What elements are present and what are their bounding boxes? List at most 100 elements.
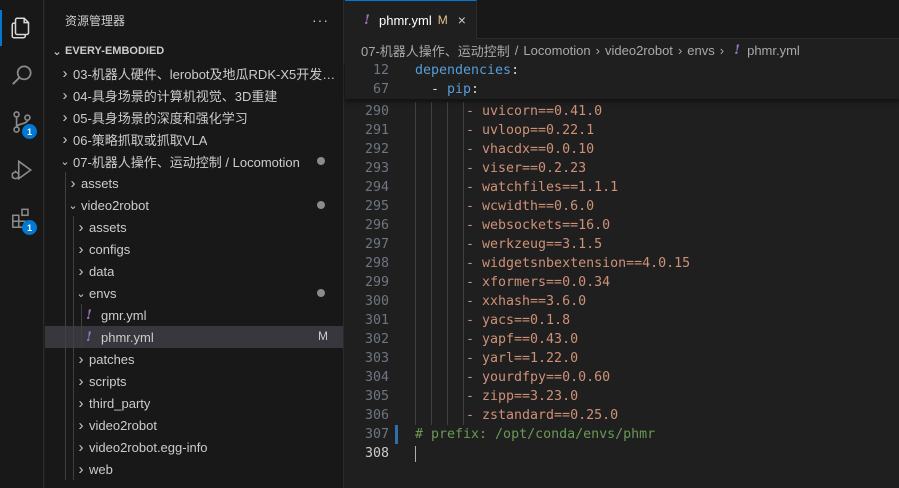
indent-guide: [447, 311, 448, 330]
tree-item[interactable]: ⌄ envs: [45, 282, 343, 304]
code-line[interactable]: 290 - uvicorn==0.41.0: [345, 102, 899, 121]
indent-guide: [447, 349, 448, 368]
code-line[interactable]: 299 - xformers==0.0.34: [345, 273, 899, 292]
tree-item[interactable]: › video2robot: [45, 414, 343, 436]
indent-guide: [463, 254, 464, 273]
code-line[interactable]: 291 - uvloop==0.22.1: [345, 121, 899, 140]
line-number: 307: [364, 427, 389, 442]
indent-guide: [447, 159, 448, 178]
indent-guide: [431, 330, 432, 349]
breadcrumb-item[interactable]: 07-机器人操作、运动控制: [361, 41, 510, 60]
indent-guide: [447, 330, 448, 349]
sticky-scroll-line[interactable]: 67 - pip:: [345, 80, 899, 99]
yaml-list-value: - viser==0.2.23: [466, 161, 587, 176]
indent-guide: [73, 282, 74, 304]
tree-item-label: video2robot: [81, 197, 149, 213]
indent-guide: [431, 273, 432, 292]
tree-item[interactable]: › 05-具身场景的深度和强化学习: [45, 106, 343, 128]
breadcrumb-item[interactable]: video2robot: [605, 43, 673, 58]
tree-item[interactable]: › assets: [45, 216, 343, 238]
line-number: 299: [364, 275, 389, 290]
tree-item[interactable]: › 06-策略抓取或抓取VLA: [45, 128, 343, 150]
indent-guide: [73, 370, 74, 392]
tree-item[interactable]: ! phmr.yml M: [45, 326, 343, 348]
tree-item[interactable]: ⌄ 07-机器人操作、运动控制 / Locomotion: [45, 150, 343, 172]
tree-item-label: 07-机器人操作、运动控制 / Locomotion: [73, 154, 300, 170]
breadcrumb-item[interactable]: envs: [687, 43, 714, 58]
indent-guide: [73, 414, 74, 436]
explorer-sidebar: 资源管理器 ··· ⌄ EVERY-EMBODIED › 03-机器人硬件、ler…: [45, 0, 344, 488]
code-line[interactable]: 293 - viser==0.2.23: [345, 159, 899, 178]
tree-item[interactable]: › third_party: [45, 392, 343, 414]
indent-guide: [65, 304, 66, 326]
explorer-header: 资源管理器 ···: [45, 0, 343, 40]
breadcrumb-item[interactable]: phmr.yml: [747, 43, 800, 58]
tree-item[interactable]: › assets: [45, 172, 343, 194]
tree-item-label: assets: [89, 219, 127, 235]
indent-guide: [447, 178, 448, 197]
code-line[interactable]: 302 - yapf==0.43.0: [345, 330, 899, 349]
search-button[interactable]: [0, 53, 44, 97]
run-debug-button[interactable]: [0, 148, 44, 192]
indent-guide: [431, 178, 432, 197]
indent-guide: [463, 387, 464, 406]
code-line[interactable]: 295 - wcwidth==0.6.0: [345, 197, 899, 216]
code-line-current[interactable]: 308: [345, 444, 899, 463]
chevron-right-icon: ›: [595, 42, 600, 58]
indent-guide: [463, 197, 464, 216]
indent-guide: [415, 273, 416, 292]
code-line[interactable]: 292 - vhacdx==0.0.10: [345, 140, 899, 159]
workspace-section-header[interactable]: ⌄ EVERY-EMBODIED: [45, 40, 343, 62]
indent-guide: [463, 121, 464, 140]
indent-guide: [447, 368, 448, 387]
indent-guide: [65, 348, 66, 370]
tab-phmr-yml[interactable]: ! phmr.yml M ×: [345, 0, 477, 39]
sticky-scroll-line[interactable]: 12 dependencies:: [345, 61, 899, 80]
tree-item[interactable]: › web: [45, 458, 343, 480]
code-line[interactable]: 296 - websockets==16.0: [345, 216, 899, 235]
indent-guide: [73, 348, 74, 370]
code-line[interactable]: 297 - werkzeug==3.1.5: [345, 235, 899, 254]
indent-guide: [463, 216, 464, 235]
indent-guide: [431, 311, 432, 330]
tree-item[interactable]: › video2robot.egg-info: [45, 436, 343, 458]
more-actions-icon[interactable]: ···: [312, 12, 329, 28]
close-icon[interactable]: ×: [458, 12, 466, 28]
indent-guide: [415, 349, 416, 368]
indent-guide: [431, 216, 432, 235]
tree-item[interactable]: › configs: [45, 238, 343, 260]
code-line[interactable]: 305 - zipp==3.23.0: [345, 387, 899, 406]
code-line[interactable]: 303 - yarl==1.22.0: [345, 349, 899, 368]
breadcrumb-item[interactable]: Locomotion: [523, 43, 590, 58]
indent-guide: [463, 292, 464, 311]
yaml-list-value: - yarl==1.22.0: [466, 351, 579, 366]
code-line[interactable]: 304 - yourdfpy==0.0.60: [345, 368, 899, 387]
source-control-button[interactable]: 1: [0, 100, 44, 144]
modified-dot-icon: [317, 289, 325, 297]
code-line[interactable]: 306 - zstandard==0.25.0: [345, 406, 899, 425]
indent-guide: [73, 216, 74, 238]
modified-dot-icon: [317, 201, 325, 209]
tree-item[interactable]: › data: [45, 260, 343, 282]
indent-guide: [431, 406, 432, 425]
code-line[interactable]: 300 - xxhash==3.6.0: [345, 292, 899, 311]
code-line[interactable]: 301 - yacs==0.1.8: [345, 311, 899, 330]
tree-item[interactable]: › 04-具身场景的计算机视觉、3D重建: [45, 84, 343, 106]
explorer-button[interactable]: [0, 6, 44, 50]
tree-item[interactable]: ! gmr.yml: [45, 304, 343, 326]
chevron-right-icon: ›: [78, 372, 84, 390]
tree-item[interactable]: ⌄ video2robot: [45, 194, 343, 216]
chevron-right-icon: ›: [78, 460, 84, 478]
yaml-list-value: - werkzeug==3.1.5: [466, 237, 603, 252]
extensions-button[interactable]: 1: [0, 196, 44, 240]
code-line[interactable]: 294 - watchfiles==1.1.1: [345, 178, 899, 197]
code-line[interactable]: 307 # prefix: /opt/conda/envs/phmr: [345, 425, 899, 444]
code-line[interactable]: 298 - widgetsnbextension==4.0.15: [345, 254, 899, 273]
yaml-list-value: - zipp==3.23.0: [466, 389, 579, 404]
tree-item-label: data: [89, 263, 115, 279]
tree-item[interactable]: › 03-机器人硬件、lerobot及地瓜RDK-X5开发…: [45, 62, 343, 84]
line-number: 303: [364, 351, 389, 366]
tree-item[interactable]: › patches: [45, 348, 343, 370]
code-editor[interactable]: 12 dependencies: 67 - pip: 290 - uvicorn=…: [345, 61, 899, 463]
tree-item[interactable]: › scripts: [45, 370, 343, 392]
